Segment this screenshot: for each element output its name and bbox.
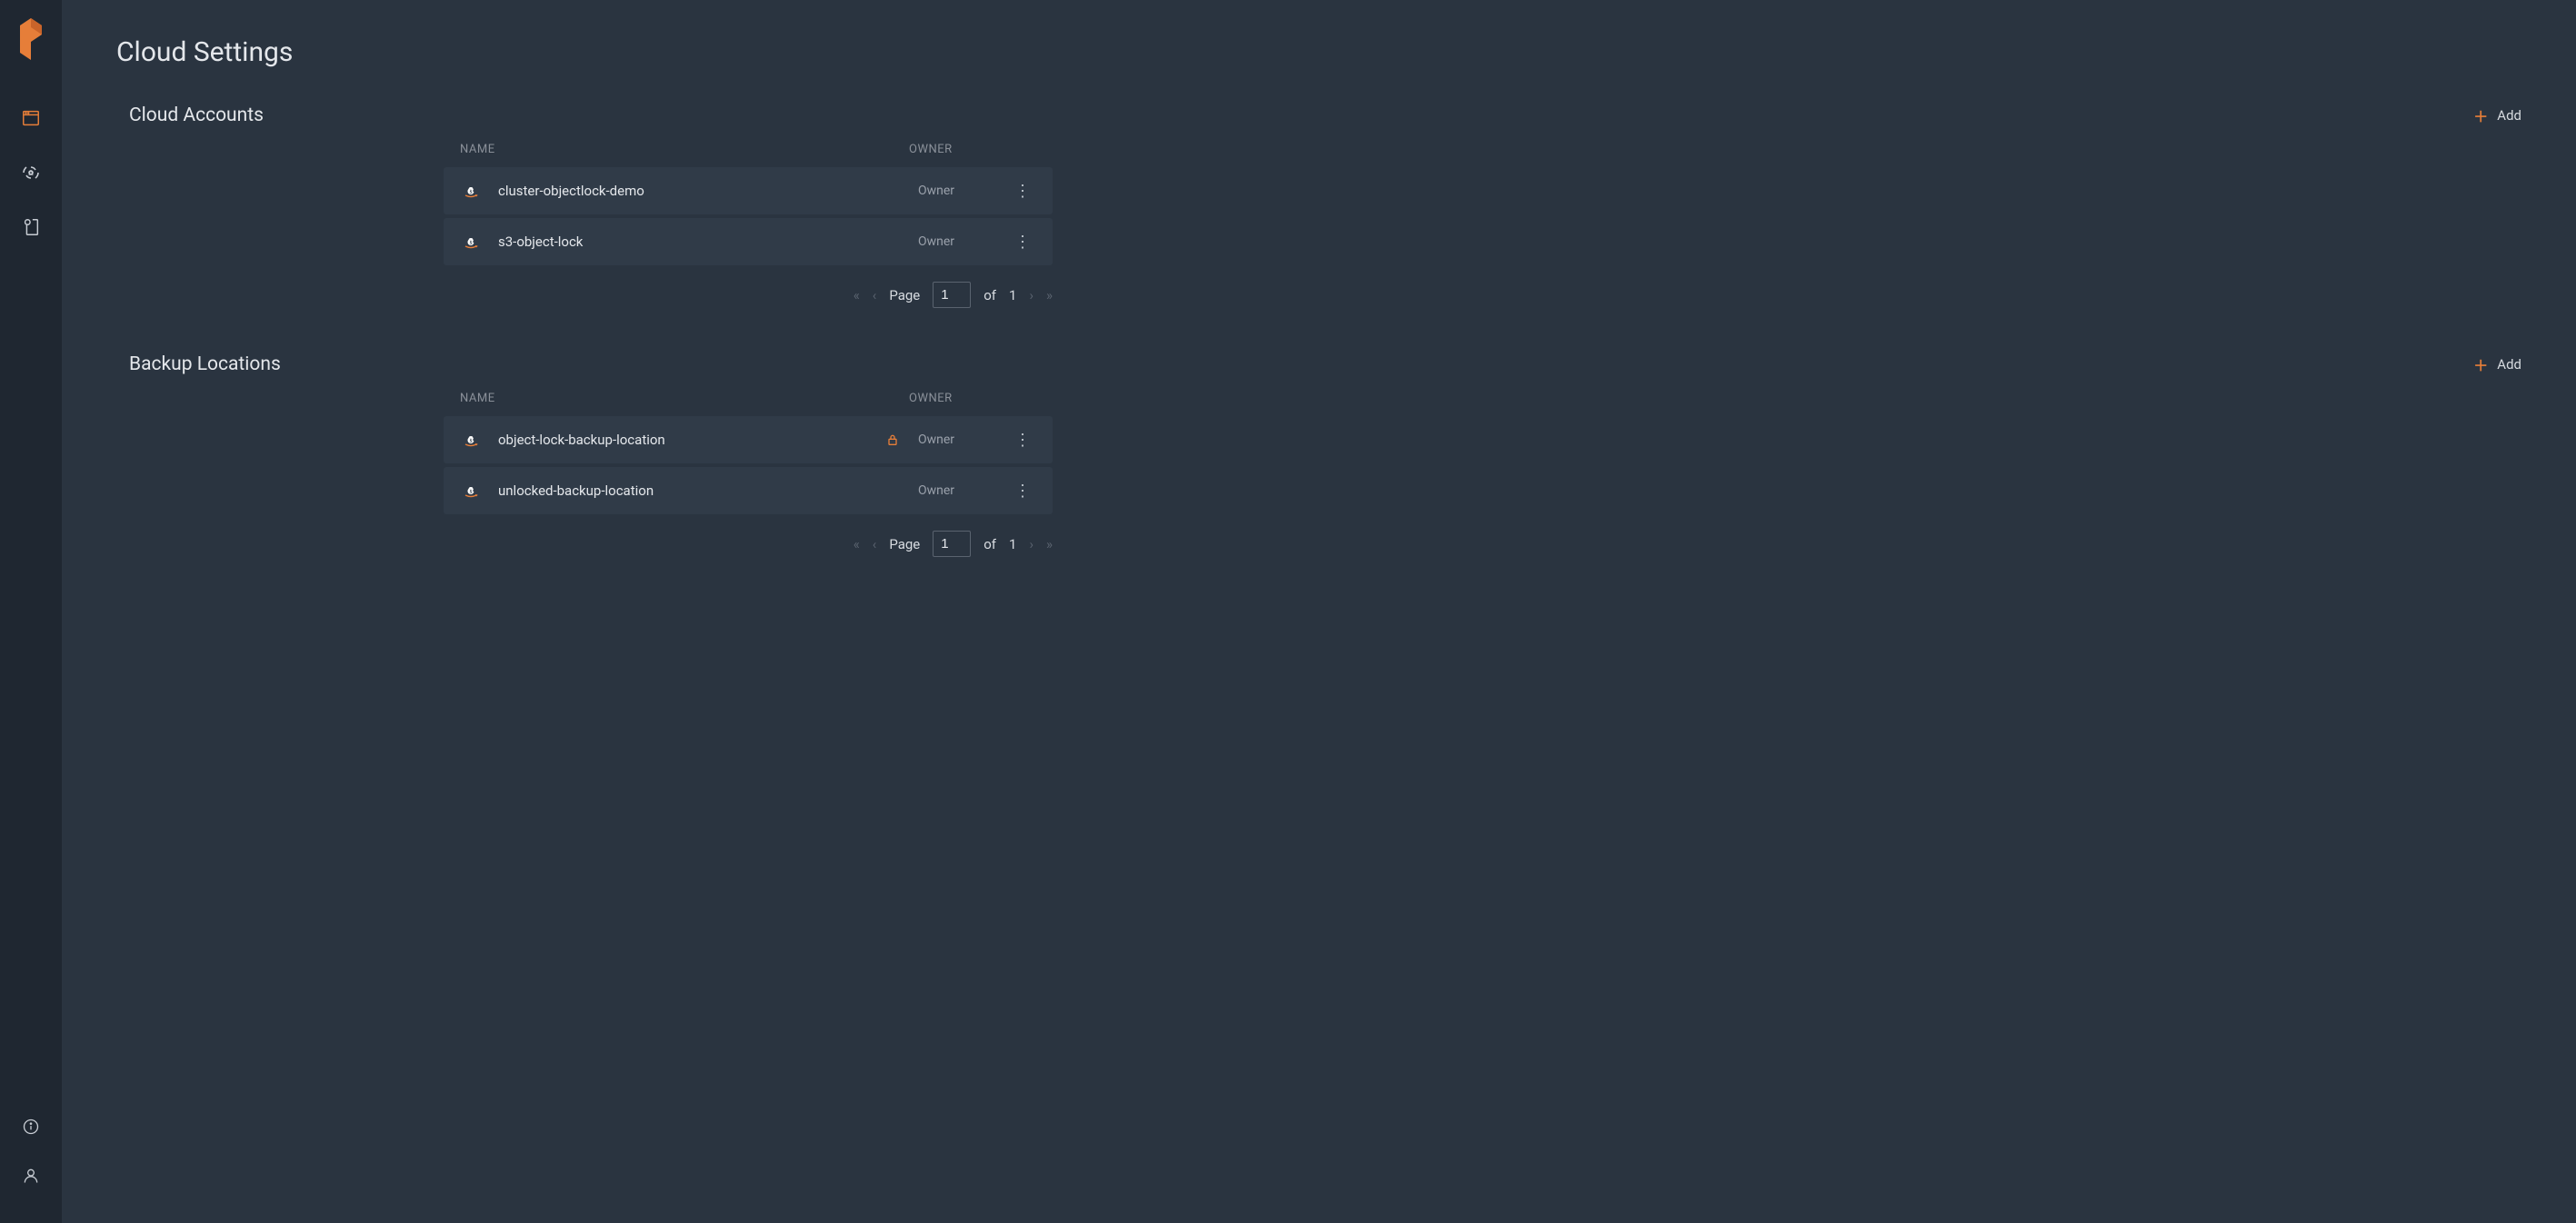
cloud-accounts-header: NAME OWNER	[444, 143, 1053, 167]
row-name: s3-object-lock	[498, 234, 918, 250]
col-name: NAME	[460, 392, 909, 405]
table-row[interactable]: a unlocked-backup-locationOwner⋮	[444, 467, 1053, 514]
row-owner: Owner	[918, 234, 1009, 249]
total-pages: 1	[1009, 287, 1016, 303]
last-page-icon[interactable]: »	[1046, 287, 1053, 303]
cluster-icon[interactable]: A	[20, 162, 42, 184]
cloud-accounts-pagination: « ‹ Page of 1 › »	[444, 282, 1053, 308]
row-owner: Owner	[918, 433, 1009, 447]
svg-text:a: a	[468, 433, 474, 444]
aws-icon: a	[460, 480, 482, 502]
dashboard-icon[interactable]	[20, 107, 42, 129]
plus-icon: ＋	[2473, 353, 2488, 375]
page-label: Page	[889, 536, 920, 552]
row-name: unlocked-backup-location	[498, 482, 918, 499]
row-menu-icon[interactable]: ⋮	[1009, 482, 1036, 501]
prev-page-icon[interactable]: ‹	[873, 287, 877, 303]
aws-icon: a	[460, 231, 482, 253]
row-name: cluster-objectlock-demo	[498, 183, 918, 199]
col-owner: OWNER	[909, 392, 1000, 405]
total-pages: 1	[1009, 536, 1016, 552]
row-menu-icon[interactable]: ⋮	[1009, 431, 1036, 450]
add-label: Add	[2497, 356, 2521, 373]
first-page-icon[interactable]: «	[854, 536, 860, 552]
user-icon[interactable]	[20, 1165, 42, 1187]
backup-locations-pagination: « ‹ Page of 1 › »	[444, 531, 1053, 557]
sidebar: A	[0, 0, 62, 1223]
cloud-accounts-section: Cloud Accounts ＋ Add NAME OWNER a cluster…	[116, 104, 2521, 308]
main-content: Cloud Settings Cloud Accounts ＋ Add NAME…	[62, 0, 2576, 1223]
col-owner: OWNER	[909, 143, 1000, 156]
backup-locations-header: NAME OWNER	[444, 392, 1053, 416]
svg-text:A: A	[28, 169, 34, 177]
table-row[interactable]: a s3-object-lockOwner⋮	[444, 218, 1053, 265]
row-owner: Owner	[918, 184, 1009, 198]
backup-locations-title: Backup Locations	[129, 353, 281, 375]
row-name: object-lock-backup-location	[498, 432, 918, 448]
aws-icon: a	[460, 429, 482, 451]
next-page-icon[interactable]: ›	[1029, 287, 1033, 303]
of-label: of	[983, 287, 996, 303]
table-row[interactable]: a object-lock-backup-locationOwner⋮	[444, 416, 1053, 463]
svg-text:a: a	[468, 184, 474, 195]
aws-icon: a	[460, 180, 482, 202]
row-menu-icon[interactable]: ⋮	[1009, 233, 1036, 252]
page-title: Cloud Settings	[116, 36, 2521, 68]
cloud-accounts-title: Cloud Accounts	[129, 104, 264, 126]
col-name: NAME	[460, 143, 909, 156]
apps-icon[interactable]	[20, 216, 42, 238]
page-input[interactable]	[933, 282, 971, 308]
add-cloud-account-button[interactable]: ＋ Add	[2473, 104, 2521, 126]
lock-icon	[885, 433, 900, 447]
row-menu-icon[interactable]: ⋮	[1009, 182, 1036, 201]
backup-locations-section: Backup Locations ＋ Add NAME OWNER a objec…	[116, 353, 2521, 557]
first-page-icon[interactable]: «	[854, 287, 860, 303]
plus-icon: ＋	[2473, 104, 2488, 126]
page-input[interactable]	[933, 531, 971, 557]
last-page-icon[interactable]: »	[1046, 536, 1053, 552]
svg-text:a: a	[468, 235, 474, 246]
page-label: Page	[889, 287, 920, 303]
prev-page-icon[interactable]: ‹	[873, 536, 877, 552]
next-page-icon[interactable]: ›	[1029, 536, 1033, 552]
info-icon[interactable]	[20, 1116, 42, 1138]
of-label: of	[983, 536, 996, 552]
app-logo	[18, 16, 44, 62]
row-owner: Owner	[918, 483, 1009, 498]
svg-text:a: a	[468, 484, 474, 495]
add-label: Add	[2497, 107, 2521, 124]
add-backup-location-button[interactable]: ＋ Add	[2473, 353, 2521, 375]
table-row[interactable]: a cluster-objectlock-demoOwner⋮	[444, 167, 1053, 214]
